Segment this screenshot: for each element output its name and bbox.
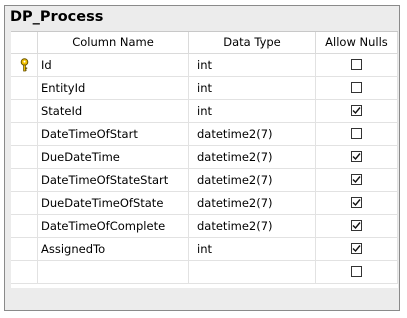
row-selector-header <box>11 32 38 54</box>
table-row[interactable]: DueDateTime datetime2(7) <box>11 146 398 169</box>
allow-nulls-checkbox-checked[interactable] <box>351 174 362 185</box>
table-row[interactable]: EntityId int <box>11 77 398 100</box>
column-name-cell[interactable]: DueDateTime <box>38 146 189 169</box>
row-selector[interactable] <box>11 192 38 215</box>
checkmark-icon <box>352 199 361 207</box>
column-name-cell[interactable]: StateId <box>38 100 189 123</box>
checkmark-icon <box>352 107 361 115</box>
checkmark-icon <box>352 222 361 230</box>
row-selector[interactable] <box>11 77 38 100</box>
allow-nulls-checkbox[interactable] <box>351 59 362 70</box>
table-row[interactable]: DueDateTimeOfState datetime2(7) <box>11 192 398 215</box>
allow-nulls-checkbox[interactable] <box>351 128 362 139</box>
table-row[interactable] <box>11 261 398 284</box>
allow-nulls-cell <box>316 215 398 238</box>
allow-nulls-cell <box>316 123 398 146</box>
allow-nulls-checkbox[interactable] <box>351 266 362 277</box>
data-type-cell[interactable]: datetime2(7) <box>189 192 316 215</box>
data-type-cell[interactable]: datetime2(7) <box>189 123 316 146</box>
column-name-cell[interactable]: Id <box>38 54 189 77</box>
allow-nulls-cell <box>316 77 398 100</box>
checkmark-icon <box>352 153 361 161</box>
table-row[interactable]: DateTimeOfStateStart datetime2(7) <box>11 169 398 192</box>
checkmark-icon <box>352 245 361 253</box>
allow-nulls-checkbox[interactable] <box>351 82 362 93</box>
row-selector[interactable] <box>11 261 38 284</box>
data-type-cell[interactable]: datetime2(7) <box>189 215 316 238</box>
key-icon <box>20 58 29 72</box>
allow-nulls-cell <box>316 238 398 261</box>
allow-nulls-cell <box>316 54 398 77</box>
table-row[interactable]: StateId int <box>11 100 398 123</box>
table-row[interactable]: DateTimeOfComplete datetime2(7) <box>11 215 398 238</box>
row-selector[interactable] <box>11 215 38 238</box>
column-name-cell[interactable]: AssignedTo <box>38 238 189 261</box>
column-name-cell[interactable]: DueDateTimeOfState <box>38 192 189 215</box>
column-name-cell[interactable]: EntityId <box>38 77 189 100</box>
allow-nulls-cell <box>316 100 398 123</box>
data-type-cell[interactable]: int <box>189 54 316 77</box>
allow-nulls-checkbox-checked[interactable] <box>351 243 362 254</box>
row-selector[interactable] <box>11 54 38 77</box>
table-row[interactable]: DateTimeOfStart datetime2(7) <box>11 123 398 146</box>
data-type-cell[interactable]: int <box>189 238 316 261</box>
data-type-cell[interactable]: int <box>189 100 316 123</box>
table-row[interactable]: AssignedTo int <box>11 238 398 261</box>
table-title: DP_Process <box>10 9 104 25</box>
column-name-cell[interactable]: DateTimeOfStateStart <box>38 169 189 192</box>
data-type-cell[interactable] <box>189 261 316 284</box>
allow-nulls-cell <box>316 192 398 215</box>
data-type-cell[interactable]: datetime2(7) <box>189 146 316 169</box>
data-type-cell[interactable]: int <box>189 77 316 100</box>
data-type-header: Data Type <box>189 32 316 54</box>
allow-nulls-header: Allow Nulls <box>316 32 398 54</box>
allow-nulls-cell <box>316 146 398 169</box>
columns-grid: Column Name Data Type Allow Nulls Id int E… <box>11 31 398 288</box>
row-selector[interactable] <box>11 238 38 261</box>
column-name-cell[interactable]: DateTimeOfComplete <box>38 215 189 238</box>
allow-nulls-cell <box>316 261 398 284</box>
table-designer-window: DP_Process Column Name Data Type Allow N… <box>4 5 400 311</box>
checkmark-icon <box>352 176 361 184</box>
row-selector[interactable] <box>11 100 38 123</box>
allow-nulls-checkbox-checked[interactable] <box>351 220 362 231</box>
allow-nulls-checkbox-checked[interactable] <box>351 151 362 162</box>
row-selector[interactable] <box>11 169 38 192</box>
allow-nulls-cell <box>316 169 398 192</box>
allow-nulls-checkbox-checked[interactable] <box>351 105 362 116</box>
column-name-cell[interactable] <box>38 261 189 284</box>
row-selector[interactable] <box>11 146 38 169</box>
table-row[interactable]: Id int <box>11 54 398 77</box>
column-name-cell[interactable]: DateTimeOfStart <box>38 123 189 146</box>
data-type-cell[interactable]: datetime2(7) <box>189 169 316 192</box>
allow-nulls-checkbox-checked[interactable] <box>351 197 362 208</box>
row-selector[interactable] <box>11 123 38 146</box>
column-name-header: Column Name <box>38 32 189 54</box>
grid-bottom-area <box>11 288 398 309</box>
